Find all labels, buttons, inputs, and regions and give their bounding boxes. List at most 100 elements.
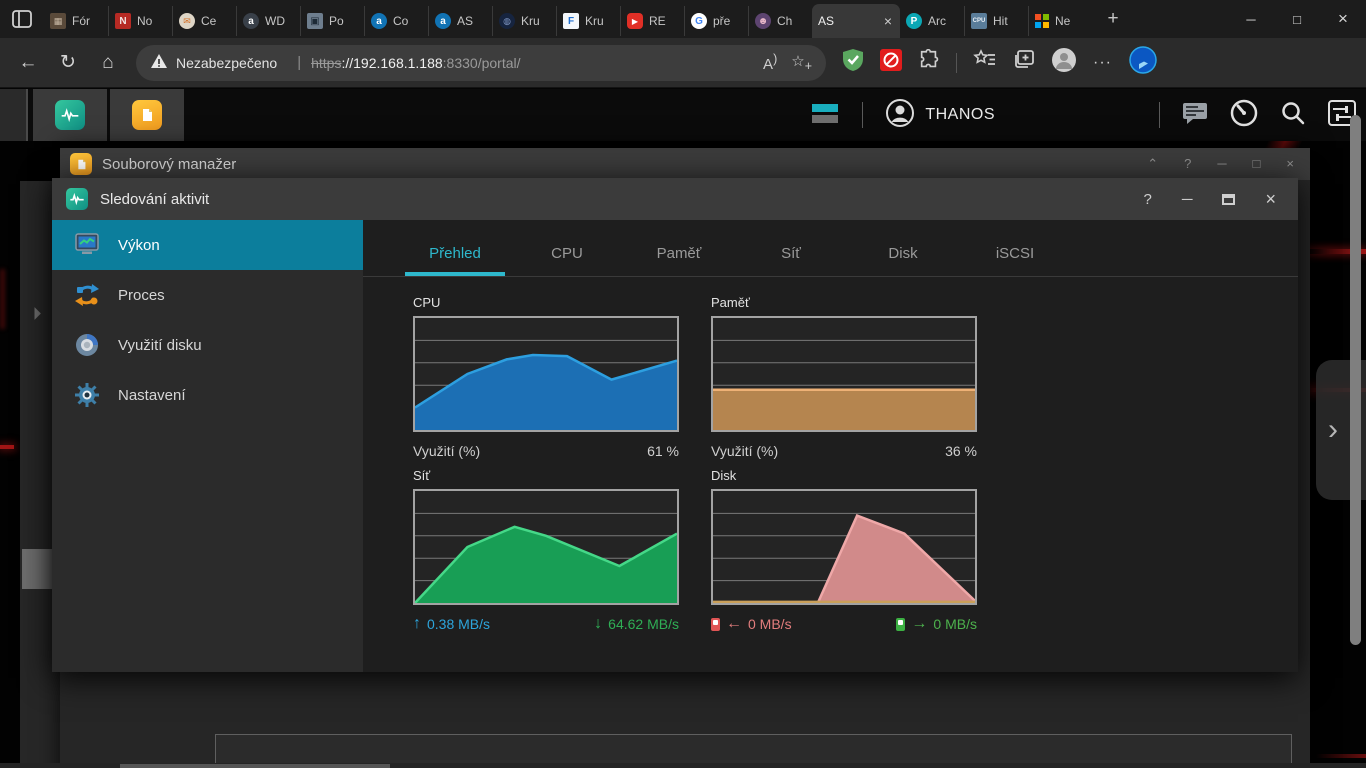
wallpaper-streak — [0, 445, 14, 449]
address-bar[interactable]: Nezabezpečeno | https://192.168.1.188:83… — [136, 45, 826, 81]
close-button[interactable]: × — [1265, 189, 1276, 210]
home-icon[interactable]: ⌂ — [88, 45, 128, 81]
tab-favicon: ▦ — [50, 13, 66, 29]
browser-tab[interactable]: a AS — [428, 6, 492, 36]
tab-label: Arc — [928, 14, 946, 28]
activity-tabs: PřehledCPUPaměťSíťDiskiSCSI — [363, 220, 1298, 277]
minimize-button[interactable]: ─ — [1182, 191, 1193, 208]
chart-memory: PaměťVyužití (%)36 % — [711, 295, 977, 462]
chart-panel — [413, 489, 679, 605]
tab-iscsi[interactable]: iSCSI — [959, 245, 1071, 276]
system-monitor-gauge-icon[interactable] — [1230, 99, 1258, 132]
tab-cpu[interactable]: CPU — [511, 245, 623, 276]
chart-current-value: 61 % — [647, 443, 679, 459]
browser-restore-button[interactable]: □ — [1274, 0, 1320, 38]
file-manager-control[interactable]: □ — [1253, 156, 1261, 172]
vertical-tabs-icon[interactable] — [0, 0, 44, 38]
adblock-stop-icon[interactable] — [880, 49, 902, 76]
browser-tab[interactable]: ☻Ch — [748, 6, 812, 36]
file-manager-control[interactable]: ⌃ — [1147, 156, 1158, 172]
read-arrow-icon: ← — [726, 616, 742, 632]
add-favorite-icon[interactable]: ☆+ — [791, 52, 812, 73]
extension-area: ··· — [842, 45, 1164, 80]
activity-monitor-titlebar[interactable]: Sledování aktivit ? ─ × — [52, 178, 1298, 220]
help-button[interactable]: ? — [1144, 191, 1152, 208]
bing-sidebar-icon[interactable] — [1128, 45, 1158, 80]
file-manager-control[interactable]: ─ — [1217, 156, 1226, 172]
chart-axis-label: Využití (%) — [711, 443, 778, 459]
sidebar-item-settings[interactable]: Nastavení — [52, 370, 363, 420]
tab-paměť[interactable]: Paměť — [623, 245, 735, 276]
activity-monitor-icon — [55, 100, 85, 130]
browser-tab[interactable]: PArc — [900, 6, 964, 36]
chart-axis-label: Využití (%) — [413, 443, 480, 459]
back-icon[interactable]: ← — [8, 45, 48, 81]
portal-taskbar: THANOS — [0, 89, 1366, 141]
security-warning-label[interactable]: Nezabezpečeno — [176, 55, 277, 71]
browser-tab[interactable]: Ne — [1028, 6, 1092, 36]
tab-label: AS — [818, 14, 834, 28]
url-path: :8330/portal/ — [443, 55, 521, 71]
tab-favicon: a — [435, 13, 451, 29]
read-aloud-icon[interactable]: A) — [763, 52, 777, 73]
download-value: 64.62 MB/s — [608, 616, 679, 632]
tab-label: Ne — [1055, 14, 1070, 28]
browser-tab[interactable]: FKru — [556, 6, 620, 36]
chart-cpu: CPUVyužití (%)61 % — [413, 295, 679, 462]
browser-tab[interactable]: ◍Kru — [492, 6, 556, 36]
chart-footer: ←0 MB/s→0 MB/s — [711, 613, 977, 635]
browser-tabs: ▦FórNNo✉CeaWD ▣ Po aCoa AS ◍KruFKru▶REGpře☻Ch… — [44, 0, 1092, 38]
browser-tab[interactable]: ✉Ce — [172, 6, 236, 36]
tab-close-icon[interactable]: × — [882, 13, 894, 29]
tab-label: Po — [329, 14, 344, 28]
browser-tab[interactable]: NNo — [108, 6, 172, 36]
favorites-bar-icon[interactable] — [973, 49, 997, 76]
notifications-chat-icon[interactable] — [1182, 101, 1208, 130]
tab-síť[interactable]: Síť — [735, 245, 847, 276]
tab-disk[interactable]: Disk — [847, 245, 959, 276]
new-tab-button[interactable]: + — [1098, 4, 1128, 34]
chart-current-value: 36 % — [945, 443, 977, 459]
tab-favicon: G — [691, 13, 707, 29]
collections-icon[interactable] — [1013, 49, 1035, 76]
sidebar-item-performance[interactable]: Výkon — [52, 220, 363, 270]
adguard-shield-icon[interactable] — [842, 48, 864, 77]
file-manager-control[interactable]: × — [1286, 156, 1294, 172]
taskbar-app-file-manager[interactable] — [110, 89, 184, 141]
browser-menu-icon[interactable]: ··· — [1093, 54, 1112, 72]
extensions-puzzle-icon[interactable] — [918, 49, 940, 76]
refresh-icon[interactable]: ↻ — [48, 45, 88, 81]
tab-label: WD — [265, 14, 285, 28]
file-manager-control[interactable]: ? — [1184, 156, 1191, 172]
browser-tab[interactable]: ▦Fór — [44, 6, 108, 36]
sidebar-item-disk-usage[interactable]: Využití disku — [52, 320, 363, 370]
tab-label: Ce — [201, 14, 216, 28]
page-scrollbar-thumb[interactable] — [1350, 115, 1361, 645]
tab-favicon: N — [115, 13, 131, 29]
browser-tab[interactable]: aWD — [236, 6, 300, 36]
user-name: THANOS — [925, 106, 995, 124]
browser-tab[interactable]: aCo — [364, 6, 428, 36]
browser-tab-active[interactable]: AS × — [812, 4, 900, 38]
chart-footer: Využití (%) 61 % — [413, 440, 679, 462]
chart-footer: ↑0.38 MB/s↓64.62 MB/s — [413, 613, 679, 635]
file-manager-titlebar[interactable]: Souborový manažer ⌃?─□× — [60, 148, 1310, 180]
sidebar-item-process[interactable]: Proces — [52, 270, 363, 320]
browser-tab[interactable]: ▣ Po — [300, 6, 364, 36]
search-icon[interactable] — [1280, 100, 1306, 131]
profile-avatar-icon[interactable] — [1051, 47, 1077, 78]
browser-close-button[interactable]: × — [1320, 0, 1366, 38]
maximize-button[interactable] — [1222, 194, 1235, 205]
user-menu[interactable]: THANOS — [885, 98, 995, 133]
tab-favicon: ▣ — [307, 13, 323, 29]
taskbar-app-activity-monitor[interactable] — [33, 89, 107, 141]
browser-tab[interactable]: CPUHit — [964, 6, 1028, 36]
tab-label: AS — [457, 14, 473, 28]
browser-tab[interactable]: Gpře — [684, 6, 748, 36]
browser-minimize-button[interactable]: ─ — [1228, 0, 1274, 38]
browser-tab[interactable]: ▶RE — [620, 6, 684, 36]
tree-expander-icon[interactable] — [28, 307, 41, 320]
performance-icon — [74, 231, 108, 259]
show-desktop-icon[interactable] — [810, 100, 840, 131]
tab-přehled[interactable]: Přehled — [399, 245, 511, 276]
